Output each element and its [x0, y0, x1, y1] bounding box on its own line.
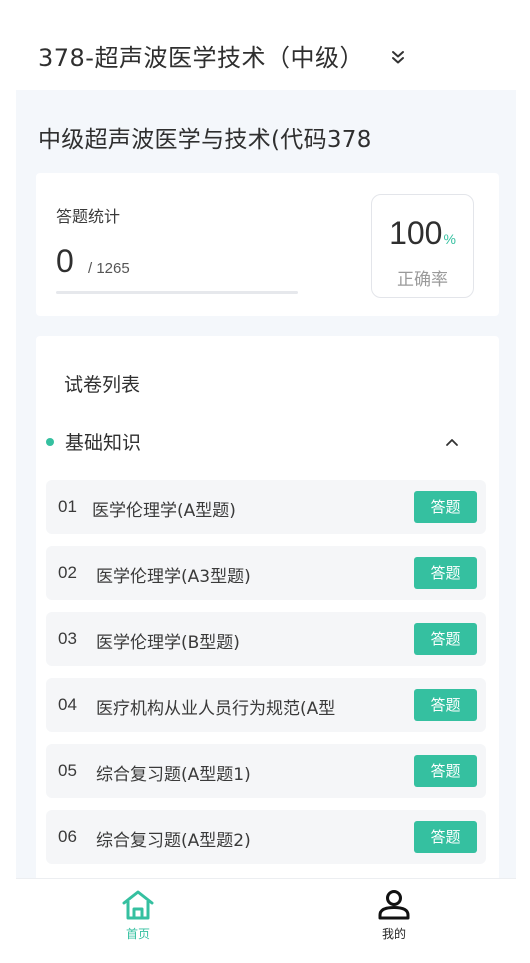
accuracy-box: 100% 正确率	[371, 194, 474, 298]
paper-number: 06	[58, 827, 77, 846]
subject-title: 中级超声波医学与技术(代码378	[38, 127, 372, 153]
section-header-basic-knowledge[interactable]: 基础知识	[46, 428, 486, 456]
stats-label: 答题统计	[56, 207, 121, 226]
answer-button[interactable]: 答题	[414, 557, 477, 589]
accuracy-number: 100	[389, 215, 443, 251]
tab-home[interactable]: 首页	[108, 889, 168, 941]
app-screen: 378-超声波医学技术（中级） 中级超声波医学与技术(代码378 答题统计 0 …	[16, 20, 516, 945]
paper-list-title: 试卷列表	[64, 374, 141, 396]
tab-mine-label: 我的	[381, 927, 406, 941]
paper-name: 医学伦理学(B型题)	[96, 633, 240, 653]
paper-item-03[interactable]: 03 医学伦理学(B型题) 答题	[46, 612, 486, 666]
answer-button[interactable]: 答题	[414, 821, 477, 853]
course-title: 378-超声波医学技术（中级）	[38, 43, 364, 72]
accuracy-unit: %	[443, 231, 456, 247]
section-label: 基础知识	[65, 432, 142, 454]
paper-number: 05	[58, 761, 77, 780]
answered-count: 0	[56, 243, 74, 279]
paper-name: 医学伦理学(A3型题)	[96, 567, 251, 587]
paper-list: 01 医学伦理学(A型题) 答题 02 医学伦理学(A3型题) 答题 03 医学…	[46, 480, 486, 876]
paper-item-05[interactable]: 05 综合复习题(A型题1) 答题	[46, 744, 486, 798]
chevron-up-icon[interactable]	[442, 432, 462, 452]
paper-name: 综合复习题(A型题2)	[96, 831, 251, 851]
paper-number: 04	[58, 695, 77, 714]
answer-button[interactable]: 答题	[414, 623, 477, 655]
answer-button[interactable]: 答题	[414, 755, 477, 787]
paper-number: 03	[58, 629, 77, 648]
paper-item-04[interactable]: 04 医疗机构从业人员行为规范(A型 答题	[46, 678, 486, 732]
course-selector[interactable]: 378-超声波医学技术（中级）	[16, 20, 516, 90]
user-icon	[377, 889, 411, 921]
bottom-tab-bar: 首页 我的	[16, 878, 516, 945]
tab-home-label: 首页	[125, 927, 150, 941]
answer-button[interactable]: 答题	[414, 689, 477, 721]
paper-name: 医学伦理学(A型题)	[92, 501, 236, 521]
tab-mine[interactable]: 我的	[364, 889, 424, 941]
paper-item-02[interactable]: 02 医学伦理学(A3型题) 答题	[46, 546, 486, 600]
home-icon	[121, 889, 155, 921]
paper-name: 综合复习题(A型题1)	[96, 765, 251, 785]
accuracy-label: 正确率	[397, 270, 448, 290]
progress-bar	[56, 291, 298, 294]
section-dot	[46, 438, 54, 446]
paper-list-card: 试卷列表 基础知识 01 医学伦理学(A型题) 答题 02 医学伦理学(A3型题…	[36, 336, 499, 945]
paper-name: 医疗机构从业人员行为规范(A型	[96, 699, 336, 719]
total-count: / 1265	[88, 260, 130, 277]
accuracy-value: 100%	[372, 215, 473, 252]
answer-stats-card: 答题统计 0 / 1265 100% 正确率	[36, 173, 499, 316]
paper-item-06[interactable]: 06 综合复习题(A型题2) 答题	[46, 810, 486, 864]
paper-number: 02	[58, 563, 77, 582]
paper-number: 01	[58, 497, 77, 516]
answer-button[interactable]: 答题	[414, 491, 477, 523]
double-chevron-down-icon[interactable]	[390, 48, 406, 66]
paper-item-01[interactable]: 01 医学伦理学(A型题) 答题	[46, 480, 486, 534]
